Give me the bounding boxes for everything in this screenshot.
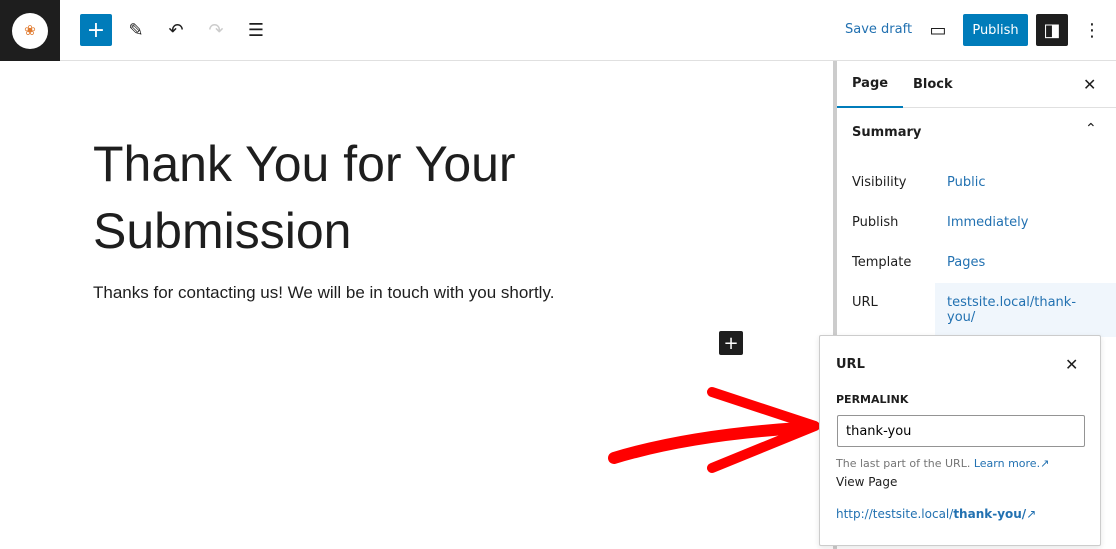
permalink-input[interactable] — [837, 415, 1085, 447]
publish-button[interactable]: Publish — [963, 14, 1028, 46]
chevron-up-icon[interactable]: ⌃ — [1085, 121, 1097, 137]
page-title[interactable]: Thank You for Your Submission — [93, 131, 613, 265]
help-text: The last part of the URL. — [836, 457, 971, 470]
list-view-button[interactable]: ☰ — [240, 14, 272, 46]
preview-button[interactable]: ▭ — [922, 14, 954, 46]
tab-block[interactable]: Block — [913, 61, 953, 108]
permalink-help: The last part of the URL. Learn more.↗ — [836, 457, 1049, 470]
visibility-value[interactable]: Public — [947, 175, 985, 190]
page-link[interactable]: http://testsite.local/thank-you/↗ — [836, 507, 1036, 521]
summary-panel-toggle[interactable]: Summary — [852, 125, 921, 140]
learn-more-link[interactable]: Learn more. — [974, 457, 1040, 470]
tools-button[interactable]: ✎ — [120, 14, 152, 46]
publish-value[interactable]: Immediately — [947, 215, 1028, 230]
visibility-label: Visibility — [852, 175, 907, 190]
list-view-icon: ☰ — [247, 19, 265, 41]
settings-toggle-button[interactable]: ◨ — [1036, 14, 1068, 46]
permalink-label: PERMALINK — [836, 393, 909, 406]
publish-label: Publish — [852, 215, 899, 230]
pencil-icon: ✎ — [128, 19, 144, 41]
tab-page[interactable]: Page — [837, 61, 904, 108]
add-block-button[interactable]: + — [80, 14, 112, 46]
url-popover: URL ✕ PERMALINK The last part of the URL… — [819, 335, 1101, 546]
undo-button[interactable]: ↶ — [160, 14, 192, 46]
link-prefix[interactable]: http://testsite.local/ — [836, 507, 953, 521]
template-value[interactable]: Pages — [947, 255, 985, 270]
site-logo[interactable]: ❀ — [0, 0, 60, 61]
view-page-label: View Page — [836, 475, 898, 489]
laptop-icon: ▭ — [929, 19, 947, 41]
external-link-icon: ↗ — [1026, 507, 1037, 521]
lotus-logo-icon: ❀ — [12, 12, 48, 49]
close-icon[interactable]: ✕ — [1083, 75, 1096, 94]
undo-icon: ↶ — [168, 19, 184, 41]
plus-icon: + — [86, 17, 106, 43]
redo-button[interactable]: ↷ — [200, 14, 232, 46]
top-toolbar: ❀ + ✎ ↶ ↷ ☰ Save draft ▭ Publish ◨ ⋮ — [0, 0, 1116, 61]
close-icon[interactable]: ✕ — [1065, 355, 1078, 374]
external-link-icon: ↗ — [1040, 457, 1050, 470]
options-button[interactable]: ⋮ — [1076, 14, 1108, 46]
more-vertical-icon: ⋮ — [1083, 19, 1101, 41]
save-draft-button[interactable]: Save draft — [845, 22, 912, 37]
sidebar-toggle-icon: ◨ — [1043, 19, 1061, 41]
popover-title: URL — [836, 357, 865, 372]
plus-icon: + — [723, 332, 739, 354]
block-inserter-button[interactable]: + — [719, 331, 743, 355]
paragraph-block[interactable]: Thanks for contacting us! We will be in … — [93, 283, 554, 303]
url-value[interactable]: testsite.local/thank-you/ — [935, 283, 1116, 337]
redo-icon: ↷ — [208, 19, 224, 41]
annotation-arrow — [608, 387, 820, 473]
template-label: Template — [852, 255, 912, 270]
link-slug[interactable]: thank-you/ — [953, 507, 1026, 521]
url-label: URL — [852, 295, 878, 310]
